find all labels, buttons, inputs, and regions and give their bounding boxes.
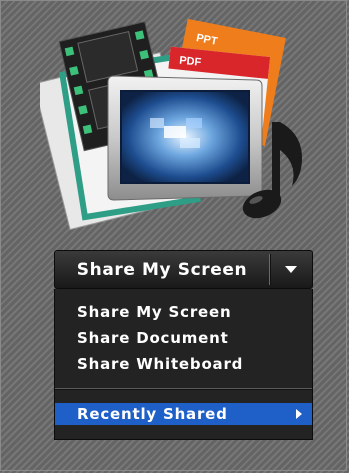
menu-item-recently-shared[interactable]: Recently Shared (55, 403, 312, 425)
caret-down-icon (285, 266, 297, 273)
menu-item-share-document[interactable]: Share Document (55, 327, 312, 349)
recently-shared-label: Recently Shared (77, 405, 228, 423)
pdf-badge-text: PDF (179, 55, 202, 69)
share-split-button: Share My Screen (54, 250, 313, 289)
chevron-right-icon (296, 409, 302, 419)
monitor-icon (107, 75, 263, 201)
share-options-dropdown-button[interactable] (270, 251, 312, 288)
share-dropdown-menu: Share My Screen Share Document Share Whi… (54, 289, 313, 440)
menu-item-share-my-screen[interactable]: Share My Screen (55, 301, 312, 323)
share-media-icon: PPT PDF (40, 18, 302, 231)
menu-separator (55, 388, 312, 390)
menu-item-share-whiteboard[interactable]: Share Whiteboard (55, 353, 312, 375)
share-illustration: PPT PDF (40, 14, 320, 236)
share-my-screen-button[interactable]: Share My Screen (55, 251, 269, 288)
